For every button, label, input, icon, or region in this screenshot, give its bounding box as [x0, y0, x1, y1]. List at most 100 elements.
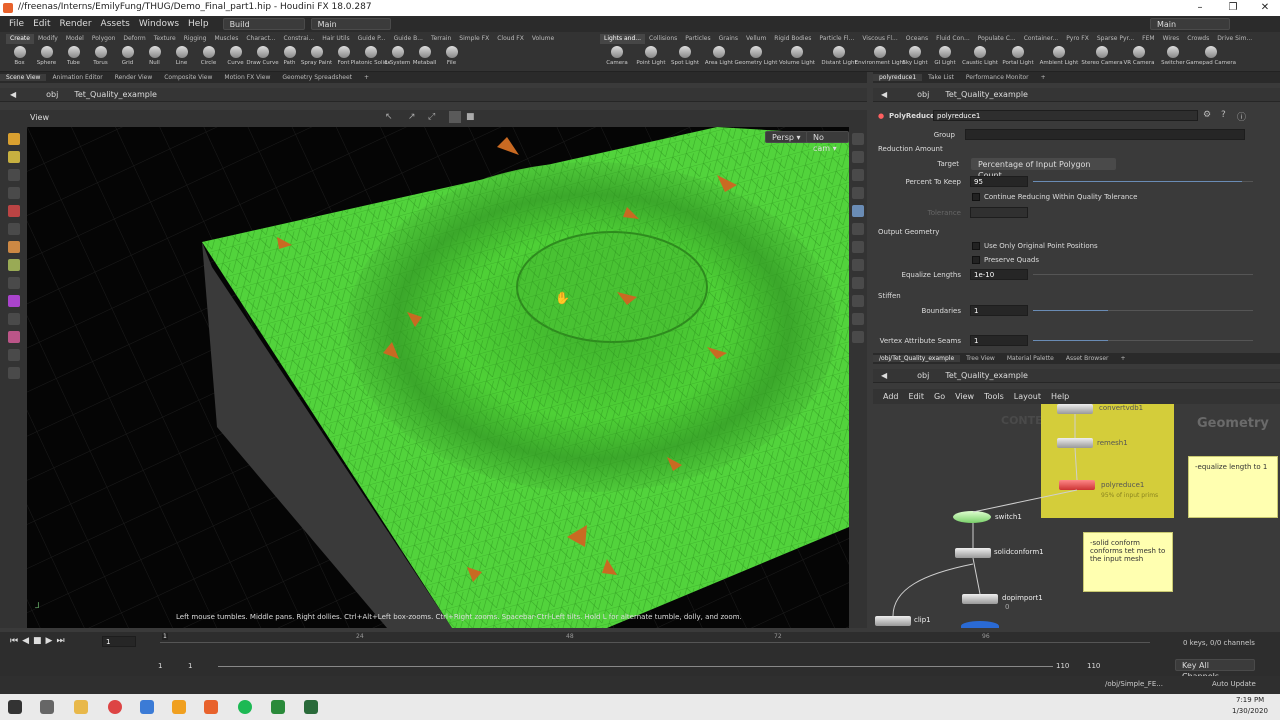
- menu-edit[interactable]: Edit: [33, 19, 50, 29]
- net-menu-edit[interactable]: Edit: [909, 392, 925, 401]
- tab-tree-view[interactable]: Tree View: [960, 355, 1001, 362]
- select-tool-icon[interactable]: [7, 133, 20, 145]
- right-desk-selector[interactable]: Main: [1150, 18, 1230, 30]
- camera-tool-icon[interactable]: [7, 349, 20, 361]
- path-root[interactable]: obj: [917, 371, 929, 380]
- continue-checkbox[interactable]: [972, 193, 980, 201]
- tool-tube[interactable]: Tube: [60, 45, 87, 71]
- tool-sphere[interactable]: Sphere: [33, 45, 60, 71]
- range-start[interactable]: 1: [158, 662, 162, 670]
- magnet-tool-icon[interactable]: [7, 295, 20, 307]
- tab-composite-view[interactable]: Composite View: [158, 74, 218, 81]
- shelf-tab[interactable]: Model: [62, 34, 88, 44]
- tab-scene-view[interactable]: Scene View: [0, 74, 47, 81]
- shelf-tab[interactable]: Oceans: [902, 34, 932, 44]
- shelf-tab[interactable]: Rigging: [180, 34, 211, 44]
- add-tab-icon[interactable]: +: [1115, 355, 1132, 362]
- tab-network-path[interactable]: /obj/Tet_Quality_example: [873, 355, 961, 362]
- camera-menu[interactable]: No cam ▾: [806, 131, 849, 153]
- percent-field[interactable]: 95: [970, 176, 1028, 187]
- shelf-tab[interactable]: Viscous Fl...: [858, 34, 901, 44]
- shelf-tab[interactable]: Pyro FX: [1062, 34, 1093, 44]
- tool-point-light[interactable]: Point Light: [634, 45, 668, 71]
- display-options-icon[interactable]: [852, 133, 864, 145]
- tool-draw-curve[interactable]: Draw Curve: [246, 45, 279, 71]
- tool-path[interactable]: Path: [276, 45, 303, 71]
- ghost-icon[interactable]: [852, 277, 864, 289]
- brush-tool-icon[interactable]: [7, 241, 20, 253]
- recorder-icon[interactable]: [304, 700, 318, 714]
- close-button[interactable]: ✕: [1250, 0, 1280, 16]
- play-reverse-icon[interactable]: ◀: [22, 636, 29, 646]
- current-frame-field[interactable]: 1: [102, 636, 136, 647]
- shelf-tab[interactable]: Container...: [1020, 34, 1063, 44]
- tool-torus[interactable]: Torus: [87, 45, 114, 71]
- tab-render-view[interactable]: Render View: [109, 74, 159, 81]
- shelf-tab[interactable]: Drive Sim...: [1213, 34, 1256, 44]
- tab-material-palette[interactable]: Material Palette: [1001, 355, 1060, 362]
- net-menu-tools[interactable]: Tools: [984, 392, 1004, 401]
- houdini-taskbar-icon[interactable]: [204, 700, 218, 714]
- net-menu-go[interactable]: Go: [934, 392, 945, 401]
- tool-file[interactable]: File: [438, 45, 465, 71]
- wireframe-icon[interactable]: [852, 187, 864, 199]
- stop-icon[interactable]: ■: [33, 636, 42, 646]
- tool-box[interactable]: Box: [6, 45, 33, 71]
- shelf-tab[interactable]: Sparse Pyr...: [1093, 34, 1138, 44]
- gear-icon[interactable]: ⚙: [1203, 110, 1211, 120]
- normals-icon[interactable]: [852, 241, 864, 253]
- tool-spot-light[interactable]: Spot Light: [668, 45, 702, 71]
- tool-line[interactable]: Line: [168, 45, 195, 71]
- shelf-tab[interactable]: Crowds: [1183, 34, 1213, 44]
- shelf-tab[interactable]: Lights and...: [600, 34, 646, 44]
- shelf-tab[interactable]: Rigid Bodies: [770, 34, 815, 44]
- shelf-tab[interactable]: Fluid Con...: [932, 34, 974, 44]
- shelf-tab[interactable]: Deform: [119, 34, 149, 44]
- tool-ambient-light[interactable]: Ambient Light: [1036, 45, 1082, 71]
- shelf-tab[interactable]: Create: [6, 34, 34, 44]
- start-icon[interactable]: [8, 700, 22, 714]
- info-icon[interactable]: ⓘ: [1237, 110, 1246, 123]
- percent-slider[interactable]: [1033, 181, 1253, 182]
- grid-display-icon[interactable]: [852, 259, 864, 271]
- range-end[interactable]: 110: [1056, 662, 1069, 670]
- shelf-tab[interactable]: Hair Utils: [318, 34, 353, 44]
- shelf-tab[interactable]: Guide B...: [390, 34, 427, 44]
- menu-assets[interactable]: Assets: [101, 19, 130, 29]
- shelf-tab[interactable]: Grains: [715, 34, 742, 44]
- view-tool-icon[interactable]: [7, 277, 20, 289]
- net-menu-help[interactable]: Help: [1051, 392, 1069, 401]
- range-end-2[interactable]: 110: [1087, 662, 1100, 670]
- zoom-icon[interactable]: [140, 700, 154, 714]
- persp-menu[interactable]: Persp ▾: [765, 131, 808, 143]
- maximize-button[interactable]: ❐: [1218, 0, 1248, 16]
- auto-update[interactable]: Auto Update: [1212, 680, 1256, 688]
- main-desk-selector[interactable]: Main: [310, 18, 391, 30]
- lock-camera-icon[interactable]: [852, 169, 864, 181]
- spotify-icon[interactable]: [238, 700, 252, 714]
- tool-gamepad-camera[interactable]: Gamepad Camera: [1186, 45, 1236, 71]
- desktop-selector[interactable]: Build: [222, 18, 305, 30]
- shelf-tab[interactable]: Terrain: [427, 34, 455, 44]
- task-view-icon[interactable]: [40, 700, 54, 714]
- help-icon[interactable]: ?: [1221, 110, 1226, 120]
- light-tool-icon[interactable]: [7, 367, 20, 379]
- play-icon[interactable]: ▶: [46, 636, 53, 646]
- tool-caustic-light[interactable]: Caustic Light: [960, 45, 1000, 71]
- path-node[interactable]: Tet_Quality_example: [945, 90, 1028, 99]
- tab-motion-fx-view[interactable]: Motion FX View: [218, 74, 276, 81]
- shelf-tab[interactable]: Particles: [681, 34, 714, 44]
- back-arrow-icon[interactable]: ◀: [881, 90, 887, 99]
- shelf-tab[interactable]: Simple FX: [455, 34, 493, 44]
- tool-platonic-solids[interactable]: Platonic Solids: [351, 45, 390, 71]
- scene-viewport[interactable]: ✋ Persp ▾ No cam ▾ Left mouse tumbles. M…: [27, 127, 849, 628]
- tool-l-system[interactable]: L-System: [384, 45, 411, 71]
- tool-stereo-camera[interactable]: Stereo Camera: [1081, 45, 1123, 71]
- shelf-tab[interactable]: Vellum: [742, 34, 770, 44]
- handle-tool-icon[interactable]: [7, 205, 20, 217]
- path-root[interactable]: obj: [917, 90, 929, 99]
- add-tab-icon[interactable]: +: [1035, 74, 1052, 81]
- shelf-tab[interactable]: Polygon: [88, 34, 120, 44]
- points-icon[interactable]: [852, 223, 864, 235]
- lasso-tool-icon[interactable]: [7, 313, 20, 325]
